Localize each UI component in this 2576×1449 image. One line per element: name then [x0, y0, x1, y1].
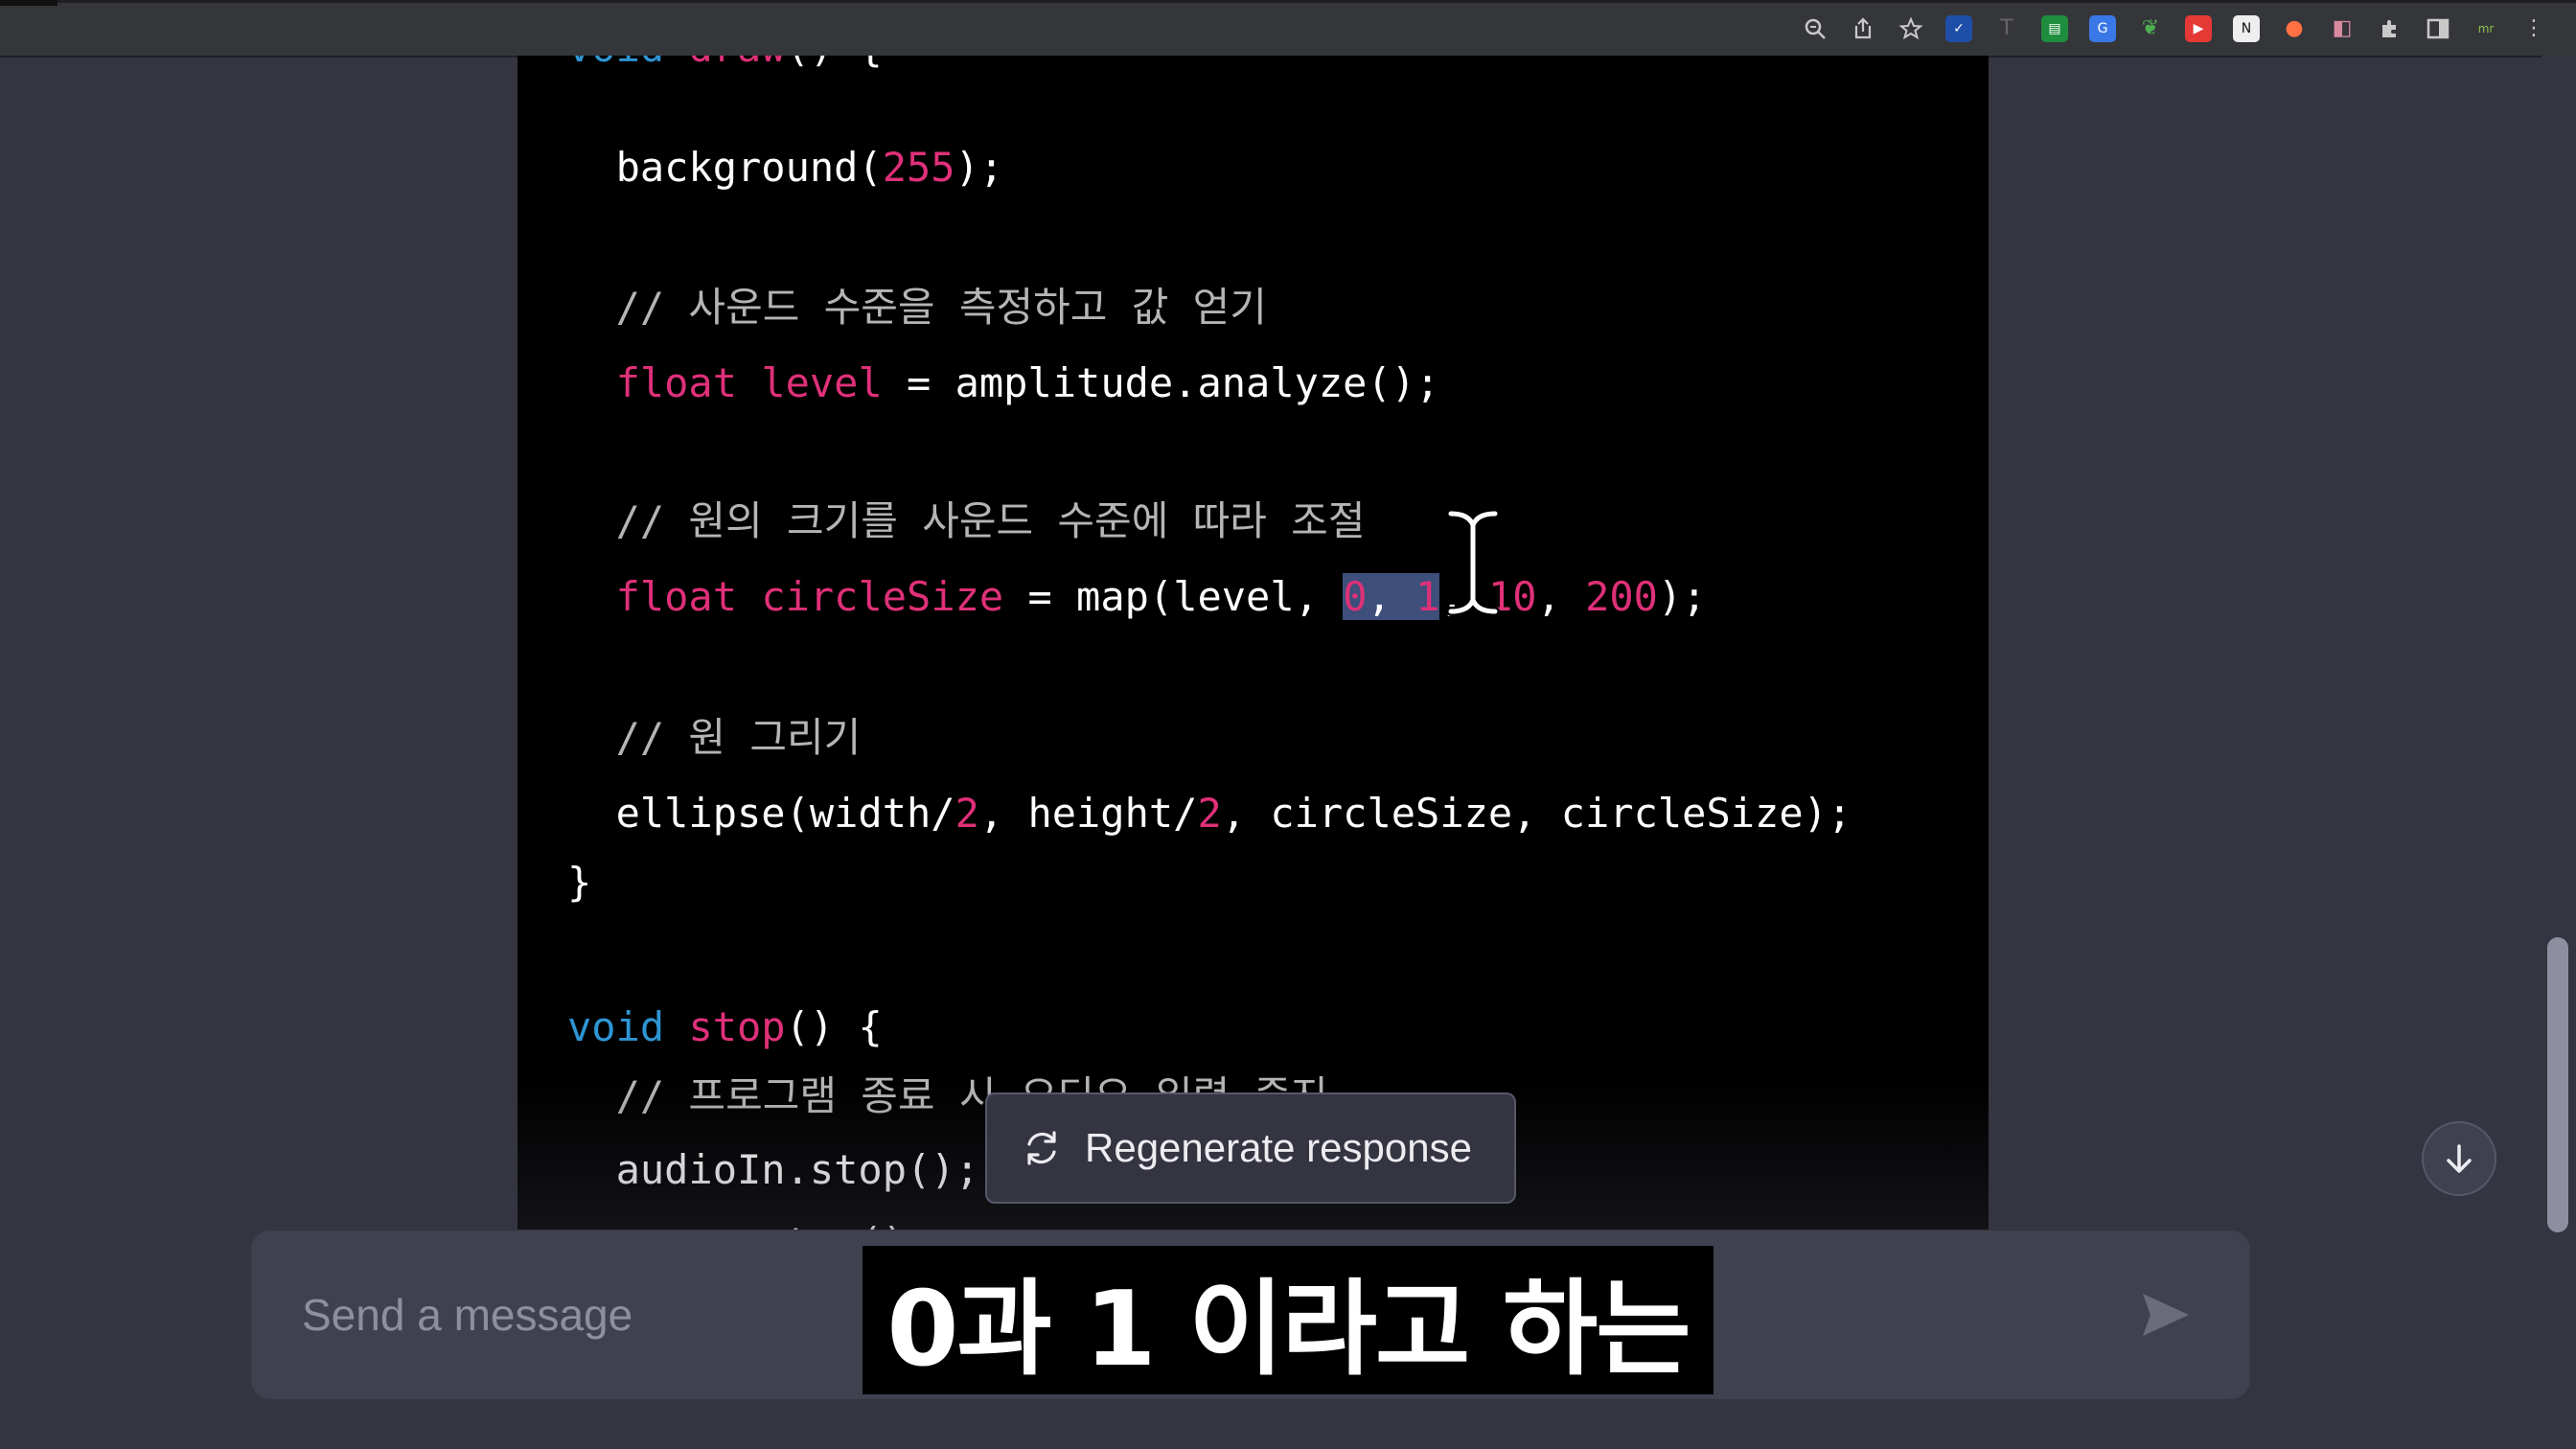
mr-ext-icon[interactable]: mr	[2472, 15, 2499, 42]
regenerate-label: Regenerate response	[1085, 1125, 1472, 1170]
code-token: , height/	[978, 790, 1198, 838]
notion-ext-icon[interactable]: N	[2233, 15, 2260, 42]
code-token: background(	[567, 144, 883, 192]
code-token: void	[567, 56, 664, 71]
code-token: super	[616, 1219, 737, 1230]
code-line: }	[567, 854, 591, 911]
zoom-icon[interactable]	[1802, 15, 1828, 42]
code-line: // 사운드 수준을 측정하고 값 얻기	[567, 279, 1267, 336]
sheet-ext-icon[interactable]: ▤	[2041, 15, 2068, 42]
regenerate-response-button[interactable]: Regenerate response	[985, 1092, 1516, 1204]
split-ext-icon[interactable]: ◧	[2329, 15, 2356, 42]
code-token: = amplitude.analyze();	[882, 359, 1440, 406]
code-token: stop	[688, 1003, 786, 1050]
code-line: void draw() {	[567, 56, 883, 77]
checkbox-ext-icon[interactable]: ✓	[1945, 15, 1972, 42]
code-line: float circleSize = map(level, 0, 1, 10, …	[567, 568, 1707, 626]
code-line: // 원 그리기	[567, 709, 862, 767]
code-token: level	[761, 359, 883, 406]
extension-icons: ✓ T ▤ G ❦ ▶ N ● ◧ mr ⋮	[1802, 12, 2547, 46]
puzzle-icon[interactable]	[2377, 15, 2404, 42]
code-token: 200	[1585, 572, 1658, 620]
code-token: 1	[1415, 572, 1440, 620]
send-icon[interactable]	[2139, 1288, 2193, 1342]
scrollbar-thumb[interactable]	[2547, 937, 2568, 1232]
scrollbar-track[interactable]	[2542, 56, 2576, 1449]
code-token: .stop();	[737, 1219, 931, 1230]
code-line: float level = amplitude.analyze();	[567, 355, 1440, 412]
refresh-icon	[1027, 1131, 1056, 1165]
code-token: ,	[1367, 572, 1416, 620]
code-token: // 원 그리기	[567, 714, 862, 762]
code-token: audioIn.stop();	[567, 1146, 979, 1194]
code-token: float	[615, 572, 738, 620]
t-ext-icon[interactable]: T	[1993, 15, 2020, 42]
leaf-ext-icon[interactable]: ❦	[2137, 15, 2164, 42]
code-line: void stop() {	[567, 999, 883, 1056]
video-subtitle: 0과 1 이라고 하는	[862, 1246, 1714, 1394]
code-token: 2	[1197, 790, 1222, 838]
share-icon[interactable]	[1850, 15, 1876, 42]
message-placeholder: Send a message	[302, 1290, 633, 1340]
code-token: float	[615, 359, 738, 406]
record-ext-icon[interactable]: ▶	[2185, 15, 2212, 42]
code-token: = map(level,	[1003, 572, 1344, 620]
code-token: () {	[786, 56, 883, 71]
code-line: audioIn.stop();	[567, 1141, 979, 1199]
code-line: background(255);	[567, 139, 1004, 196]
code-line: super.stop();	[567, 1214, 932, 1230]
subtitle-text: 0과 1 이라고 하는	[886, 1269, 1690, 1390]
code-token: );	[1657, 572, 1707, 620]
code-token: );	[954, 144, 1004, 192]
code-token: circleSize	[761, 572, 1004, 620]
scroll-down-button[interactable]	[2422, 1121, 2496, 1196]
code-token: 2	[954, 790, 979, 838]
fire-ext-icon[interactable]: ●	[2281, 15, 2308, 42]
code-block: void draw() { background(255); // 사운드 수준…	[518, 56, 1989, 1230]
star-icon[interactable]	[1898, 15, 1924, 42]
code-token: 255	[882, 144, 955, 192]
code-token: draw	[688, 56, 785, 71]
toolbar-tab-strip	[0, 0, 58, 6]
sidepanel-icon[interactable]	[2425, 15, 2451, 42]
code-token: void	[567, 1003, 665, 1050]
arrow-down-icon	[2447, 1144, 2472, 1173]
browser-toolbar: ✓ T ▤ G ❦ ▶ N ● ◧ mr ⋮	[0, 0, 2576, 58]
code-token: ,	[1536, 572, 1586, 620]
code-token: () {	[785, 1003, 883, 1050]
code-token: ellipse(width/	[567, 790, 955, 838]
code-token: , circleSize, circleSize);	[1221, 790, 1852, 838]
code-token: 0	[1343, 572, 1368, 620]
code-token: // 사운드 수준을 측정하고 값 얻기	[567, 284, 1267, 332]
code-token: // 원의 크기를 사운드 수준에 따라 조절	[567, 497, 1366, 544]
menu-dots-icon[interactable]: ⋮	[2520, 15, 2547, 42]
toolbar-topline	[0, 0, 2576, 3]
code-line: // 원의 크기를 사운드 수준에 따라 조절	[567, 493, 1366, 550]
code-line: ellipse(width/2, height/2, circleSize, c…	[567, 785, 1852, 842]
text-cursor-icon	[1446, 509, 1500, 616]
translate-ext-icon[interactable]: G	[2089, 15, 2116, 42]
code-token: }	[567, 859, 592, 907]
